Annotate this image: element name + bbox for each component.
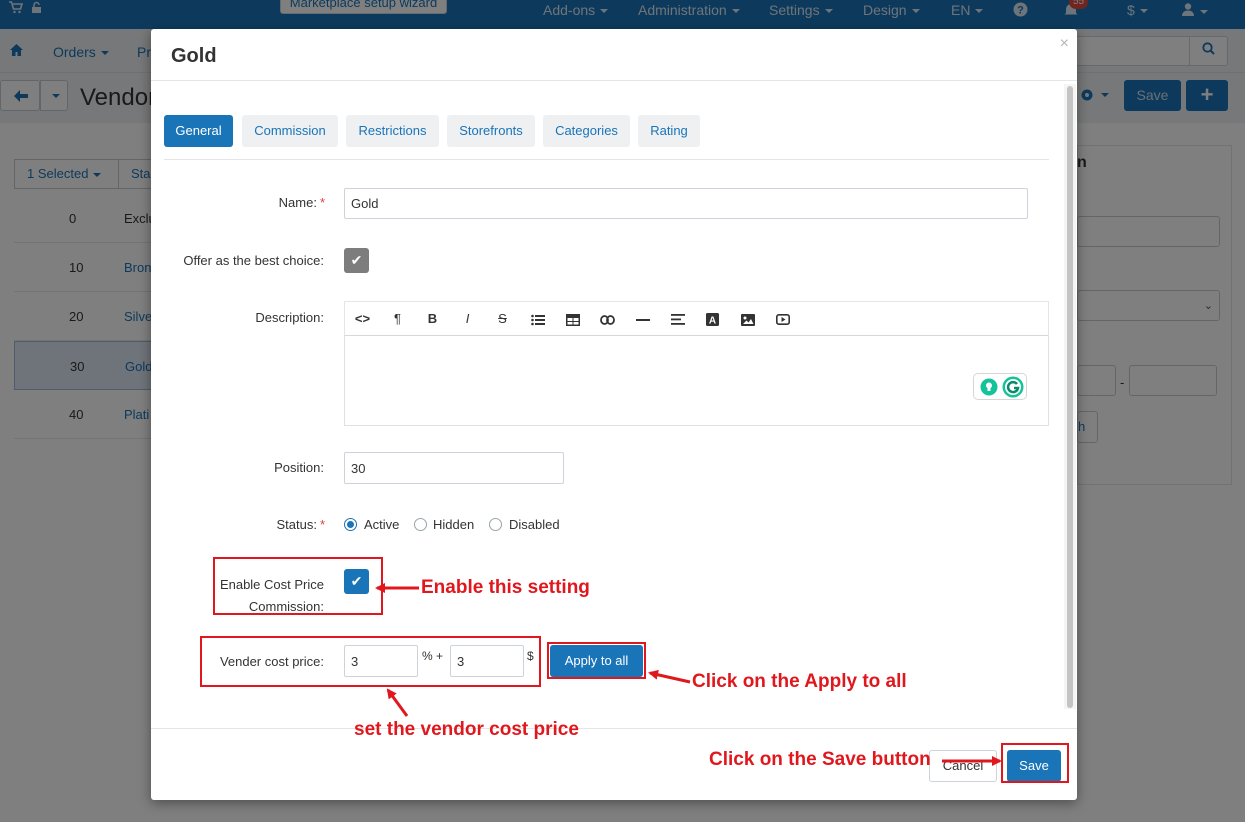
- annotation-vendor-price-text: set the vendor cost price: [354, 719, 579, 740]
- modal-header: Gold ×: [151, 29, 1077, 81]
- required-marker: *: [319, 195, 325, 210]
- annotation-box-vender-cost: [200, 636, 541, 687]
- modal-scrollbar-thumb[interactable]: [1067, 86, 1073, 708]
- paragraph-icon[interactable]: ¶: [380, 302, 415, 336]
- bullet-list-icon[interactable]: [520, 302, 555, 336]
- tab-commission[interactable]: Commission: [242, 115, 338, 147]
- horizontal-rule-icon[interactable]: [625, 302, 660, 336]
- required-marker: *: [319, 517, 325, 532]
- video-icon[interactable]: [765, 302, 800, 336]
- font-color-icon[interactable]: A: [695, 302, 730, 336]
- link-icon[interactable]: [590, 302, 625, 336]
- status-active-radio[interactable]: [344, 518, 357, 531]
- image-icon[interactable]: [730, 302, 765, 336]
- tab-categories[interactable]: Categories: [543, 115, 630, 147]
- status-hidden-radio[interactable]: [414, 518, 427, 531]
- status-active-label[interactable]: Active: [364, 517, 399, 532]
- best-choice-checkbox[interactable]: ✔: [344, 248, 369, 273]
- modal-title: Gold: [171, 45, 217, 67]
- bold-icon[interactable]: B: [415, 302, 450, 336]
- annotation-enable-text: Enable this setting: [421, 577, 590, 598]
- close-icon[interactable]: ×: [1060, 35, 1069, 53]
- status-label-text: Status:: [276, 517, 317, 532]
- status-disabled-radio[interactable]: [489, 518, 502, 531]
- description-label: Description:: [255, 310, 324, 325]
- italic-icon[interactable]: I: [450, 302, 485, 336]
- status-hidden-label[interactable]: Hidden: [433, 517, 474, 532]
- annotation-save-text: Click on the Save button: [709, 749, 931, 770]
- annotation-apply-text: Click on the Apply to all: [692, 671, 907, 692]
- tab-storefronts[interactable]: Storefronts: [447, 115, 535, 147]
- status-disabled-label[interactable]: Disabled: [509, 517, 560, 532]
- position-field[interactable]: [344, 452, 564, 484]
- tab-rating[interactable]: Rating: [638, 115, 700, 147]
- annotation-box-cost-price: [213, 557, 383, 615]
- grammarly-icon: [1002, 376, 1024, 398]
- best-choice-label: Offer as the best choice:: [183, 253, 324, 268]
- name-label-text: Name:: [278, 195, 317, 210]
- cancel-button[interactable]: Cancel: [929, 750, 997, 782]
- status-label: Status: *: [151, 517, 325, 532]
- strikethrough-icon[interactable]: S: [485, 302, 520, 336]
- description-editor[interactable]: [344, 336, 1049, 426]
- table-icon[interactable]: [555, 302, 590, 336]
- tab-restrictions[interactable]: Restrictions: [346, 115, 439, 147]
- align-icon[interactable]: [660, 302, 695, 336]
- svg-text:A: A: [709, 316, 716, 327]
- annotation-box-apply: [547, 642, 646, 679]
- position-label: Position:: [274, 460, 324, 475]
- editor-toolbar: <> ¶ B I S A: [344, 301, 1049, 336]
- code-view-icon[interactable]: <>: [345, 302, 380, 336]
- grammarly-widget[interactable]: [973, 373, 1027, 400]
- tab-general[interactable]: General: [164, 115, 233, 147]
- lightbulb-icon: [980, 378, 998, 396]
- tab-divider: [164, 159, 1049, 160]
- annotation-box-save: [1001, 743, 1069, 783]
- name-label: Name: *: [151, 195, 325, 210]
- name-field[interactable]: [344, 188, 1028, 219]
